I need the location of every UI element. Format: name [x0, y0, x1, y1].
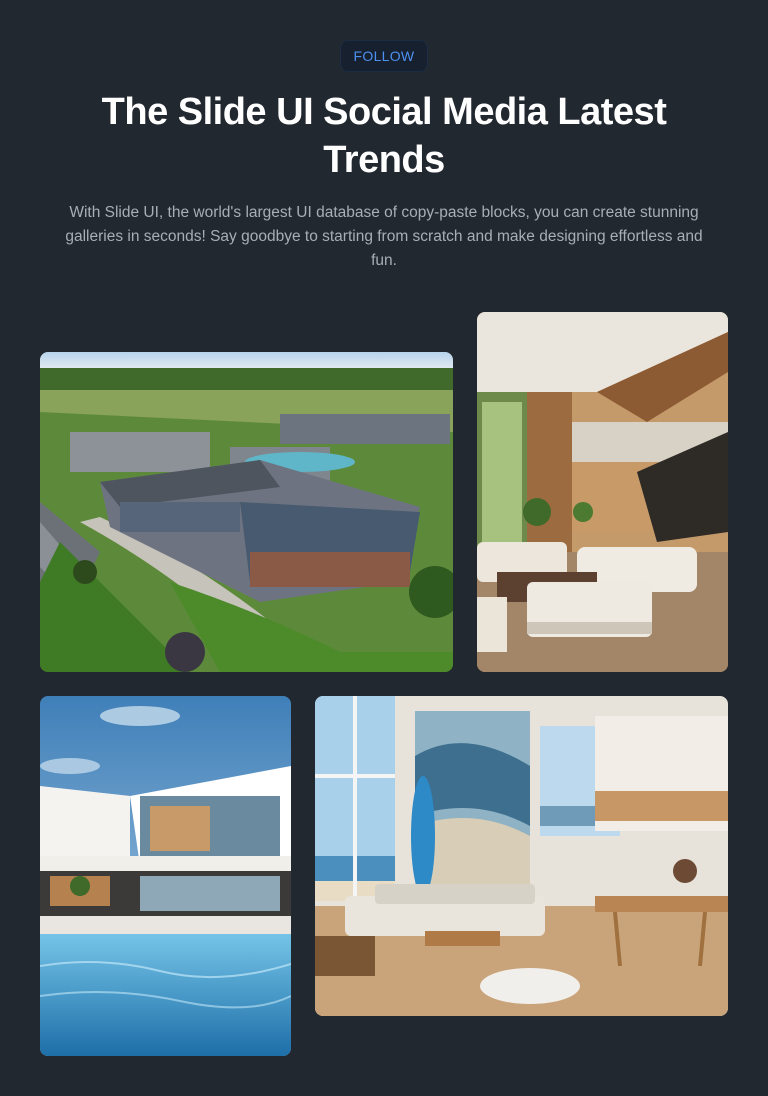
- gallery-image-villa-pool[interactable]: [40, 696, 291, 1056]
- follow-badge[interactable]: FOLLOW: [340, 40, 428, 72]
- gallery-image-modern-living-room[interactable]: [477, 312, 728, 672]
- living-room-illustration: [477, 312, 728, 672]
- gallery-image-beach-house-living-room[interactable]: [315, 696, 728, 1016]
- beach-house-illustration: [315, 696, 728, 1016]
- gallery-image-apartment-complex[interactable]: [40, 352, 453, 672]
- villa-pool-illustration: [40, 696, 291, 1056]
- apartment-complex-illustration: [40, 352, 453, 672]
- page-description: With Slide UI, the world's largest UI da…: [65, 204, 703, 269]
- page-title: The Slide UI Social Media Latest Trends: [101, 91, 667, 181]
